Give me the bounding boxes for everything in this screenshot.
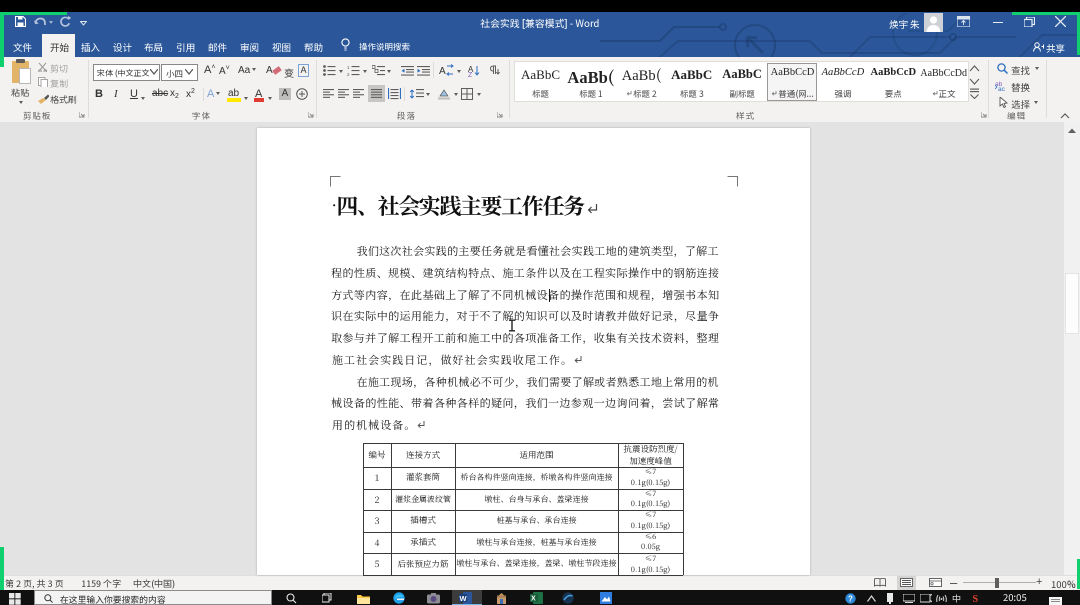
- svg-text:W: W: [460, 594, 468, 603]
- svg-text:2: 2: [347, 72, 350, 76]
- svg-text:Z: Z: [468, 72, 473, 77]
- svg-text:1: 1: [347, 65, 350, 70]
- svg-text:A: A: [439, 66, 446, 76]
- svg-text:?: ?: [848, 595, 853, 604]
- svg-text:X: X: [531, 596, 536, 603]
- svg-text:S: S: [973, 594, 979, 604]
- svg-text:ac: ac: [998, 86, 1006, 91]
